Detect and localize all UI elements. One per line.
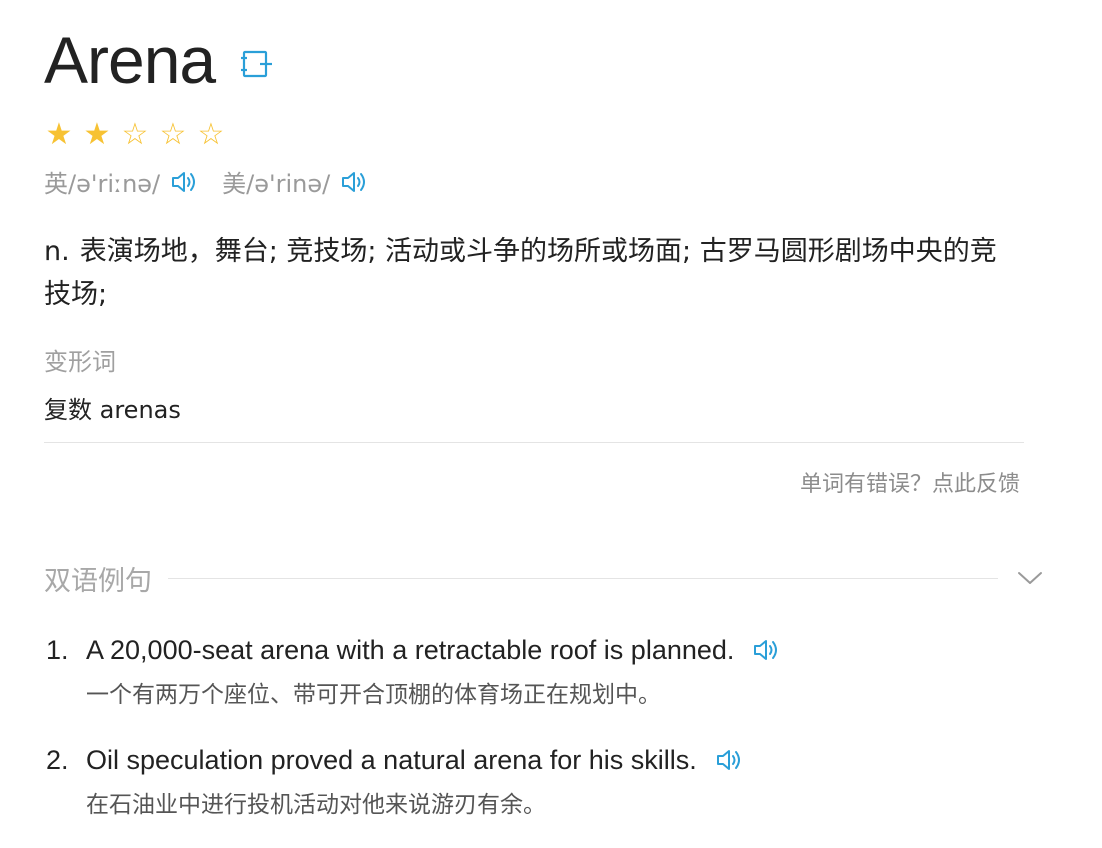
example-english: Oil speculation proved a natural arena f…	[86, 745, 697, 775]
divider	[44, 442, 1024, 443]
speaker-icon[interactable]	[713, 745, 747, 775]
star-empty-icon: ☆	[121, 118, 149, 151]
examples-list: 1. A 20,000-seat arena with a retractabl…	[44, 628, 1044, 848]
example-number: 2.	[46, 745, 69, 775]
example-number: 1.	[46, 635, 69, 665]
dictionary-page: Arena ★ ★ ☆ ☆ ☆ 英/ə'riːnə/ 美/ə'rinə/ n. …	[0, 0, 1102, 840]
chevron-down-icon[interactable]	[1016, 568, 1044, 588]
speaker-icon[interactable]	[338, 167, 372, 197]
star-filled-icon: ★	[45, 118, 73, 151]
star-filled-icon: ★	[83, 118, 111, 151]
star-empty-icon: ☆	[159, 118, 187, 151]
speaker-icon[interactable]	[168, 167, 202, 197]
headword: Arena	[44, 23, 216, 97]
example-chinese: 在石油业中进行投机活动对他来说游刃有余。	[86, 792, 546, 818]
example-english-row: A 20,000-seat arena with a retractable r…	[86, 632, 784, 668]
example-english: A 20,000-seat arena with a retractable r…	[86, 635, 735, 665]
headword-row: Arena	[44, 22, 273, 98]
section-divider	[168, 577, 998, 579]
feedback-link[interactable]: 单词有错误？点此反馈	[800, 466, 1020, 498]
part-of-speech: n.	[44, 236, 70, 267]
star-empty-icon: ☆	[197, 118, 225, 151]
add-to-wordbook-icon[interactable]	[239, 47, 273, 81]
example-item: 1. A 20,000-seat arena with a retractabl…	[44, 628, 1044, 738]
phonetic-us-text: 美/ə'rinə/	[222, 170, 331, 198]
phonetics: 英/ə'riːnə/ 美/ə'rinə/	[44, 164, 372, 199]
speaker-icon[interactable]	[750, 635, 784, 665]
phonetic-us: 美/ə'rinə/	[222, 164, 372, 199]
definition: n. 表演场地，舞台; 竞技场; 活动或斗争的场所或场面; 古罗马圆形剧场中央的竞…	[44, 230, 1004, 316]
examples-section-header: 双语例句	[44, 560, 1044, 597]
phonetic-uk: 英/ə'riːnə/	[44, 164, 202, 199]
word-forms-value: 复数 arenas	[44, 396, 181, 424]
example-english-row: Oil speculation proved a natural arena f…	[86, 742, 747, 778]
phonetic-uk-text: 英/ə'riːnə/	[44, 170, 161, 198]
definition-text: 表演场地，舞台; 竞技场; 活动或斗争的场所或场面; 古罗马圆形剧场中央的竞技场…	[44, 236, 997, 310]
examples-section-title: 双语例句	[44, 565, 152, 597]
word-forms-label: 变形词	[44, 348, 116, 376]
example-chinese: 一个有两万个座位、带可开合顶棚的体育场正在规划中。	[86, 682, 661, 708]
frequency-rating: ★ ★ ☆ ☆ ☆	[44, 118, 226, 152]
example-item: 2. Oil speculation proved a natural aren…	[44, 738, 1044, 848]
